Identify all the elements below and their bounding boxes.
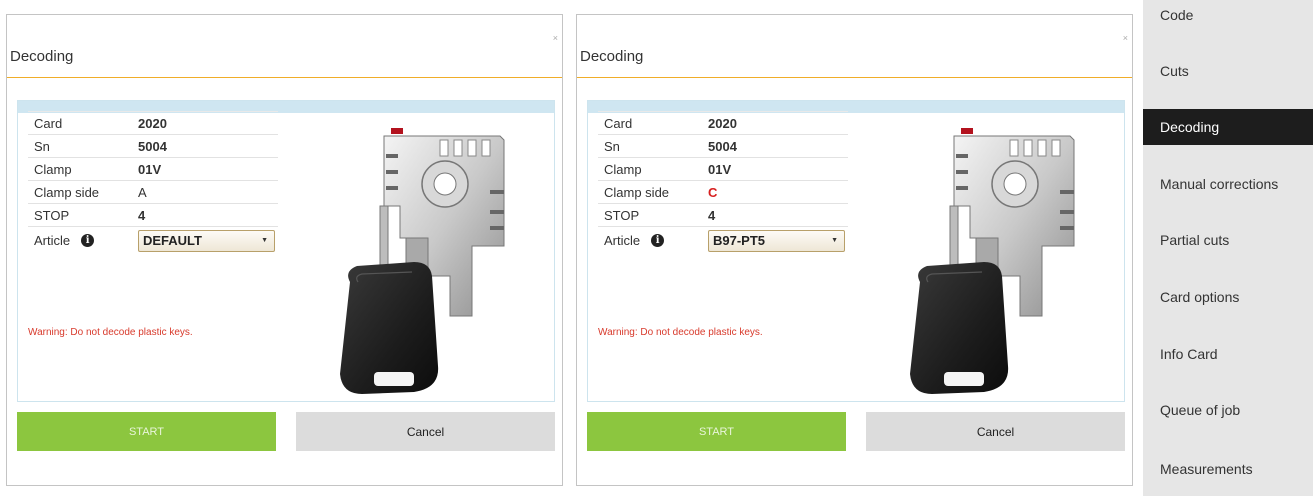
decoding-dialog-2: Decoding × Card 2020 Sn 5004 Clamp 01V C…: [576, 14, 1133, 486]
row-label-sn: Sn: [604, 138, 620, 154]
row-label-article: Article i: [598, 233, 708, 248]
title-divider: [7, 77, 562, 78]
row-label-stop: STOP: [604, 207, 640, 223]
row-value-clamp-side: C: [708, 184, 718, 200]
dialog-title: Decoding: [580, 48, 644, 65]
row-value-stop: 4: [138, 207, 146, 223]
row-label-clamp: Clamp: [604, 161, 642, 177]
row-label-sn: Sn: [34, 138, 50, 154]
table-row: Card 2020: [28, 111, 278, 134]
caret-down-icon: ▼: [261, 237, 268, 244]
sidebar-item-queue-of-job[interactable]: Queue of job: [1143, 392, 1313, 428]
start-button[interactable]: START: [17, 412, 276, 451]
warning-text: Warning: Do not decode plastic keys.: [28, 327, 193, 338]
sidebar-item-info-card[interactable]: Info Card: [1143, 336, 1313, 372]
close-icon[interactable]: ×: [553, 33, 558, 43]
article-label: Article: [604, 233, 641, 248]
sidebar-item-decoding[interactable]: Decoding: [1143, 109, 1313, 145]
sidebar-item-code[interactable]: Code: [1143, 0, 1313, 33]
row-value-clamp-side: A: [138, 184, 147, 200]
cancel-button[interactable]: Cancel: [296, 412, 555, 451]
sidebar-item-partial-cuts[interactable]: Partial cuts: [1143, 222, 1313, 258]
info-table: Card 2020 Sn 5004 Clamp 01V Clamp side A…: [28, 111, 278, 254]
table-row: STOP 4: [598, 203, 848, 226]
cancel-button[interactable]: Cancel: [866, 412, 1125, 451]
start-button[interactable]: START: [587, 412, 846, 451]
warning-text: Warning: Do not decode plastic keys.: [598, 327, 763, 338]
row-value-sn: 5004: [138, 138, 167, 154]
row-label-card: Card: [34, 115, 63, 131]
sidebar-item-cuts[interactable]: Cuts: [1143, 53, 1313, 89]
table-row: Sn 5004: [598, 134, 848, 157]
decoding-panel: Card 2020 Sn 5004 Clamp 01V Clamp side C…: [587, 100, 1125, 402]
row-label-clamp-side: Clamp side: [34, 184, 100, 200]
key-in-clamp-illustration: [340, 128, 505, 394]
table-row: Clamp 01V: [598, 157, 848, 180]
row-value-card: 2020: [138, 115, 167, 131]
row-label-stop: STOP: [34, 207, 70, 223]
table-row: Sn 5004: [28, 134, 278, 157]
row-value-card: 2020: [708, 115, 737, 131]
row-value-clamp: 01V: [138, 161, 162, 177]
table-row: Article i B97-PT5 ▼: [598, 226, 848, 254]
table-row: Clamp side C: [598, 180, 848, 203]
sidebar-item-manual-corrections[interactable]: Manual corrections: [1143, 166, 1313, 202]
row-label-card: Card: [604, 115, 633, 131]
table-row: Card 2020: [598, 111, 848, 134]
info-table: Card 2020 Sn 5004 Clamp 01V Clamp side C…: [598, 111, 848, 254]
table-row: Article i DEFAULT ▼: [28, 226, 278, 254]
close-icon[interactable]: ×: [1123, 33, 1128, 43]
sidebar: Code Cuts Decoding Manual corrections Pa…: [1143, 0, 1313, 496]
row-label-article: Article i: [28, 233, 138, 248]
article-select[interactable]: B97-PT5 ▼: [708, 229, 845, 252]
decoding-dialog-1: Decoding × Card 2020 Sn 5004 Clamp 01V C…: [6, 14, 563, 486]
dialog-title: Decoding: [10, 48, 74, 65]
article-label: Article: [34, 233, 71, 248]
table-row: STOP 4: [28, 203, 278, 226]
sidebar-item-measurements[interactable]: Measurements: [1143, 451, 1313, 487]
title-divider: [577, 77, 1132, 78]
row-value-stop: 4: [708, 207, 716, 223]
article-selected-value: B97-PT5: [713, 233, 766, 248]
table-row: Clamp 01V: [28, 157, 278, 180]
caret-down-icon: ▼: [831, 237, 838, 244]
info-circle-icon[interactable]: i: [651, 234, 665, 247]
row-value-clamp: 01V: [708, 161, 732, 177]
table-row: Clamp side A: [28, 180, 278, 203]
sidebar-item-card-options[interactable]: Card options: [1143, 279, 1313, 315]
decoding-panel: Card 2020 Sn 5004 Clamp 01V Clamp side A…: [17, 100, 555, 402]
row-label-clamp-side: Clamp side: [604, 184, 670, 200]
row-label-clamp: Clamp: [34, 161, 72, 177]
article-selected-value: DEFAULT: [143, 233, 202, 248]
article-select[interactable]: DEFAULT ▼: [138, 229, 275, 252]
key-in-clamp-illustration: [910, 128, 1075, 394]
info-circle-icon[interactable]: i: [81, 234, 95, 247]
row-value-sn: 5004: [708, 138, 737, 154]
